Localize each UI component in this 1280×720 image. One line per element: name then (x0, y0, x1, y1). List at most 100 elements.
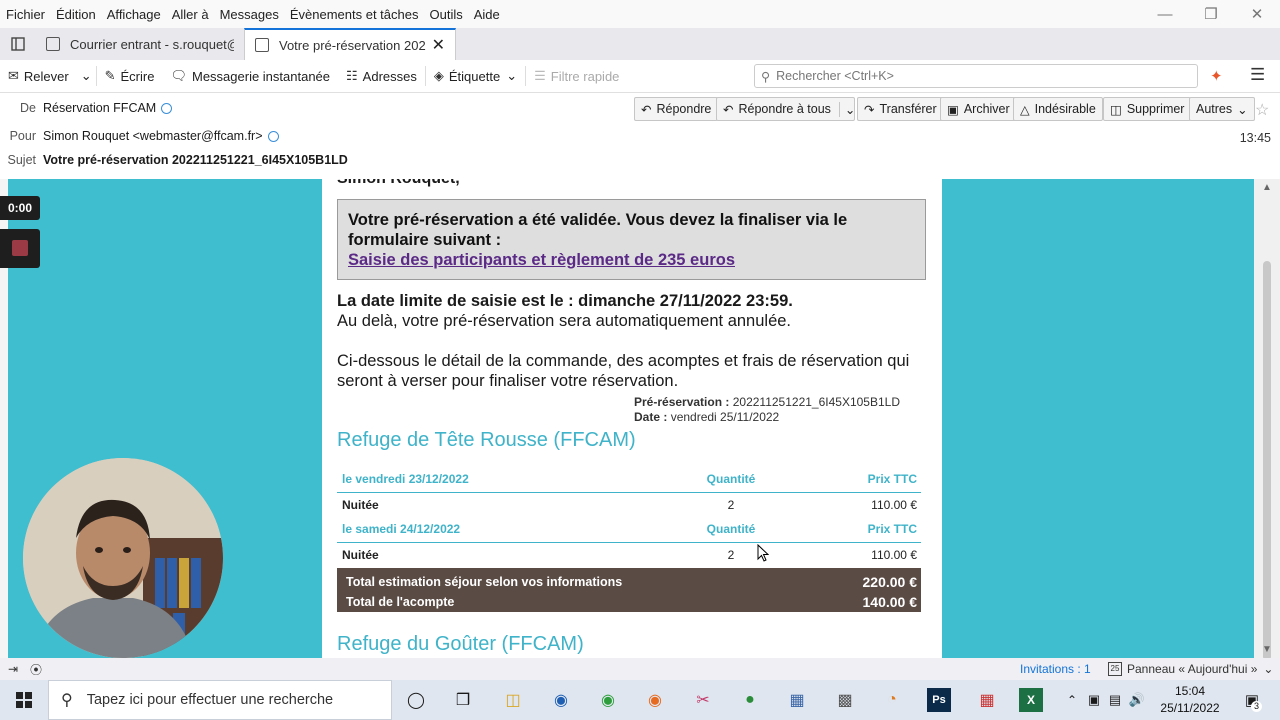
tab-message[interactable]: Votre pré-réservation 2022112 ✕ (244, 28, 456, 60)
close-tab-icon[interactable]: ✕ (432, 35, 445, 55)
chevron-down-icon: ⌄ (1237, 102, 1248, 117)
scroll-thumb[interactable] (1263, 261, 1271, 661)
quick-filter-button[interactable]: ☰ Filtre rapide (526, 64, 627, 88)
network-app-icon[interactable]: ▦ (781, 684, 813, 716)
to-value[interactable]: Simon Rouquet <webmaster@ffcam.fr> (43, 129, 263, 143)
reply-all-button[interactable]: ↶ Répondre à tous ⌄ (716, 97, 855, 121)
photoshop-icon[interactable]: Ps (927, 688, 951, 712)
chat-label: Messagerie instantanée (191, 68, 331, 84)
write-button[interactable]: ✎ Écrire (97, 64, 163, 88)
menu-messages[interactable]: Messages (220, 7, 279, 22)
add-contact-icon[interactable] (161, 102, 173, 114)
deposit-value: 140.00 € (862, 594, 918, 610)
junk-label: Indésirable (1034, 102, 1096, 116)
subject-row: Sujet Votre pré-réservation 202211251221… (0, 153, 348, 167)
green-app-icon[interactable]: ● (734, 684, 766, 716)
address-book-button[interactable]: ☷ Adresses (338, 64, 425, 88)
search-input[interactable]: ⚲ Rechercher <Ctrl+K> (754, 64, 1198, 88)
archive-button[interactable]: ▣ Archiver (940, 97, 1017, 121)
star-icon[interactable]: ☆ (1255, 100, 1269, 120)
tab-inbox[interactable]: Courrier entrant - s.rouquet@ffc (36, 28, 244, 60)
file-explorer-icon[interactable]: ◫ (497, 684, 529, 716)
from-value[interactable]: Réservation FFCAM (43, 101, 156, 115)
total-row: Total estimation séjour selon vos inform… (346, 572, 917, 592)
delete-button[interactable]: ◫ Supprimer (1103, 97, 1192, 121)
utility-app-icon[interactable]: ▩ (829, 684, 861, 716)
add-contact-icon[interactable] (267, 130, 279, 142)
get-messages-label: Relever (23, 68, 69, 84)
online-status-icon[interactable]: ⦿ (30, 661, 42, 678)
pdf-app-icon[interactable]: ▦ (971, 684, 1003, 716)
night-date: le samedi 24/12/2022 (337, 517, 671, 543)
notification-icon[interactable]: ✦ (1210, 67, 1223, 85)
write-label: Écrire (120, 68, 155, 84)
thunderbird-icon[interactable]: ◉ (545, 684, 577, 716)
cortana-icon[interactable]: ◯ (400, 684, 432, 716)
get-messages-button[interactable]: ✉ Relever (0, 64, 77, 88)
forward-label: Transférer (879, 102, 937, 116)
excel-icon[interactable]: X (1019, 688, 1043, 712)
hamburger-menu-icon[interactable]: ☰ (1250, 65, 1265, 85)
junk-button[interactable]: △ Indésirable (1013, 97, 1103, 121)
deadline-text: Au delà, votre pré-réservation sera auto… (337, 312, 792, 330)
reply-button[interactable]: ↶ Répondre (634, 97, 719, 121)
menu-help[interactable]: Aide (474, 7, 500, 22)
validation-text: Votre pré-réservation a été validée. Vou… (348, 211, 848, 249)
volume-icon[interactable]: 🔊 (1121, 684, 1153, 716)
menu-view[interactable]: Affichage (107, 7, 161, 22)
menu-edit[interactable]: Édition (56, 7, 96, 22)
firefox-icon[interactable]: ◉ (639, 684, 671, 716)
forward-icon: ↷ (864, 102, 875, 117)
close-window-icon[interactable]: ✕ (1234, 0, 1280, 28)
table-header-row: le vendredi 23/12/2022 Quantité Prix TTC (337, 467, 921, 493)
mouse-cursor-icon (757, 543, 770, 565)
inbox-icon (46, 37, 60, 51)
minimize-icon[interactable]: — (1142, 0, 1188, 28)
tag-button[interactable]: ◈ Étiquette ⌄ (426, 64, 525, 88)
vertical-scrollbar[interactable]: ▲ ▼ (1254, 179, 1280, 661)
calendar-icon: 25 (1108, 662, 1122, 676)
item-name: Nuitée (342, 497, 379, 512)
taskbar-clock[interactable]: 15:04 25/11/2022 (1152, 683, 1228, 717)
forward-button[interactable]: ↷ Transférer (857, 97, 944, 121)
sidebar-toggle-icon[interactable]: ⇥ (8, 662, 18, 676)
reply-icon: ↶ (641, 102, 652, 117)
search-placeholder: Rechercher <Ctrl+K> (776, 69, 894, 83)
menu-tools[interactable]: Outils (429, 7, 462, 22)
date-label: Date : (634, 410, 668, 424)
menu-events[interactable]: Évènements et tâches (290, 7, 419, 22)
message-time: 13:45 (1239, 131, 1271, 145)
chat-button[interactable]: 🗨 Messagerie instantanée (162, 64, 338, 88)
stop-recording-button[interactable] (0, 229, 40, 268)
scroll-down-icon[interactable]: ▼ (1254, 644, 1280, 655)
snipping-icon[interactable]: ✂ (687, 684, 719, 716)
chevron-down-icon: ⌄ (506, 68, 518, 83)
table-row: Nuitée 2 110.00 € (337, 542, 921, 567)
menu-file[interactable]: Fichier (6, 7, 45, 22)
deposit-label: Total de l'acompte (346, 595, 455, 609)
status-bar: ⇥ ⦿ Invitations : 1 25 Panneau « Aujourd… (0, 658, 1280, 680)
notification-badge: 3 (1251, 701, 1262, 712)
taskbar-search[interactable]: ⚲ Tapez ici pour effectuer une recherche (48, 680, 392, 720)
scroll-up-icon[interactable]: ▲ (1254, 182, 1280, 193)
finalize-link[interactable]: Saisie des participants et règlement de … (348, 250, 915, 270)
taskbar-search-placeholder: Tapez ici pour effectuer une recherche (86, 692, 334, 708)
spaces-toolbar-icon[interactable] (0, 28, 36, 60)
windows-start-button[interactable] (0, 680, 48, 720)
today-pane-toggle[interactable]: 25 Panneau « Aujourd'hui » ⌄ (1108, 662, 1273, 676)
today-pane-label: Panneau « Aujourd'hui » (1127, 662, 1258, 676)
item-qty: 2 (727, 497, 735, 512)
notification-center-icon[interactable]: ▣ (1236, 684, 1268, 716)
chevron-down-icon[interactable]: ⌄ (838, 101, 855, 117)
menu-go[interactable]: Aller à (172, 7, 209, 22)
more-button[interactable]: Autres ⌄ (1189, 97, 1255, 121)
invitations-link[interactable]: Invitations : 1 (1020, 662, 1091, 676)
chrome-icon[interactable]: ◉ (592, 684, 624, 716)
restore-icon[interactable]: ❐ (1188, 0, 1234, 28)
task-view-icon[interactable]: ❒ (447, 684, 479, 716)
webcam-bubble (23, 458, 223, 658)
get-messages-dropdown[interactable]: ⌄ (77, 64, 96, 88)
menu-bar: Fichier Édition Affichage Aller à Messag… (0, 0, 1280, 28)
audio-app-icon[interactable]: ◔ (876, 684, 908, 716)
download-icon: ✉ (8, 68, 19, 83)
